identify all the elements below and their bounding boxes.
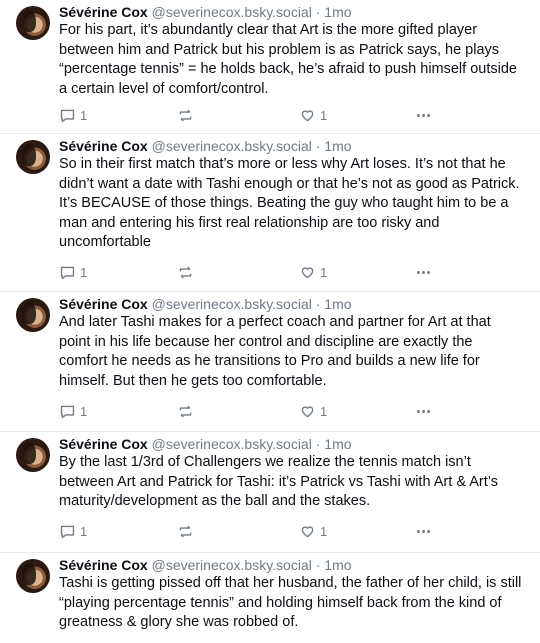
reply-count: 1: [80, 107, 88, 123]
post-time[interactable]: 1mo: [324, 557, 351, 573]
like-button[interactable]: 1: [299, 401, 327, 421]
more-dots-icon: [416, 113, 431, 117]
post-meta: Sévérine Cox @severinecox.bsky.social · …: [59, 296, 522, 313]
avatar[interactable]: [16, 140, 50, 174]
more-dots-icon: [416, 409, 431, 413]
more-options-button[interactable]: [415, 262, 432, 282]
post-text: So in their first match that’s more or l…: [59, 156, 520, 250]
post-text: And later Tashi makes for a perfect coac…: [59, 314, 491, 389]
reply-count: 1: [80, 264, 88, 280]
reply-button[interactable]: 1: [59, 401, 87, 421]
repost-arrows-icon: [179, 266, 192, 278]
like-button[interactable]: 1: [299, 262, 327, 282]
more-dots-icon: [416, 529, 431, 533]
avatar[interactable]: [16, 559, 50, 593]
more-options-button[interactable]: [415, 401, 432, 421]
like-button[interactable]: 1: [299, 521, 327, 541]
author-name[interactable]: Sévérine Cox: [59, 4, 148, 20]
meta-separator: ·: [315, 436, 321, 452]
like-count: 1: [320, 403, 328, 419]
post[interactable]: Sévérine Cox @severinecox.bsky.social · …: [0, 292, 540, 432]
repost-button[interactable]: [177, 401, 198, 421]
repost-button[interactable]: [177, 521, 198, 541]
repost-arrows-icon: [179, 109, 192, 121]
meta-separator: ·: [315, 557, 321, 573]
repost-button[interactable]: [177, 262, 198, 282]
post-meta: Sévérine Cox @severinecox.bsky.social · …: [59, 138, 522, 155]
author-name[interactable]: Sévérine Cox: [59, 296, 148, 312]
reply-bubble-icon: [60, 525, 75, 538]
more-options-button[interactable]: [415, 521, 432, 541]
post-actions: 1 1: [59, 105, 480, 125]
post-time[interactable]: 1mo: [324, 4, 351, 20]
heart-icon: [301, 109, 314, 121]
author-handle[interactable]: @severinecox.bsky.social: [152, 296, 312, 312]
post-time[interactable]: 1mo: [324, 436, 351, 452]
heart-icon: [301, 405, 314, 417]
post-text: Tashi is getting pissed off that her hus…: [59, 575, 522, 630]
repost-arrows-icon: [179, 405, 192, 417]
reply-button[interactable]: 1: [59, 105, 87, 125]
meta-separator: ·: [315, 4, 321, 20]
post-actions: 1 1: [59, 521, 480, 541]
thread-feed: Sévérine Cox @severinecox.bsky.social · …: [0, 0, 540, 643]
meta-separator: ·: [315, 138, 321, 154]
author-handle[interactable]: @severinecox.bsky.social: [152, 4, 312, 20]
more-options-button[interactable]: [415, 105, 432, 125]
post-actions: 1 1: [59, 262, 480, 282]
reply-bubble-icon: [60, 405, 75, 418]
post[interactable]: Sévérine Cox @severinecox.bsky.social · …: [0, 0, 540, 134]
post-time[interactable]: 1mo: [324, 296, 351, 312]
like-button[interactable]: 1: [299, 105, 327, 125]
repost-button[interactable]: [177, 105, 198, 125]
like-count: 1: [320, 107, 328, 123]
meta-separator: ·: [315, 296, 321, 312]
repost-arrows-icon: [179, 525, 192, 537]
post-text: For his part, it’s abundantly clear that…: [59, 22, 517, 97]
heart-icon: [301, 266, 314, 278]
author-name[interactable]: Sévérine Cox: [59, 138, 148, 154]
post[interactable]: Sévérine Cox @severinecox.bsky.social · …: [0, 432, 540, 553]
post[interactable]: Sévérine Cox @severinecox.bsky.social · …: [0, 553, 540, 643]
avatar[interactable]: [16, 438, 50, 472]
reply-bubble-icon: [60, 266, 75, 279]
reply-button[interactable]: 1: [59, 262, 87, 282]
avatar[interactable]: [16, 6, 50, 40]
post-actions: 1 1: [59, 401, 480, 421]
more-dots-icon: [416, 270, 431, 274]
reply-bubble-icon: [60, 109, 75, 122]
heart-icon: [301, 525, 314, 537]
like-count: 1: [320, 523, 328, 539]
post-time[interactable]: 1mo: [324, 138, 351, 154]
reply-button[interactable]: 1: [59, 521, 87, 541]
post[interactable]: Sévérine Cox @severinecox.bsky.social · …: [0, 134, 540, 292]
author-name[interactable]: Sévérine Cox: [59, 557, 148, 573]
avatar[interactable]: [16, 298, 50, 332]
author-name[interactable]: Sévérine Cox: [59, 436, 148, 452]
post-meta: Sévérine Cox @severinecox.bsky.social · …: [59, 436, 522, 453]
author-handle[interactable]: @severinecox.bsky.social: [152, 436, 312, 452]
post-text: By the last 1/3rd of Challengers we real…: [59, 454, 498, 509]
author-handle[interactable]: @severinecox.bsky.social: [152, 138, 312, 154]
author-handle[interactable]: @severinecox.bsky.social: [152, 557, 312, 573]
like-count: 1: [320, 264, 328, 280]
post-meta: Sévérine Cox @severinecox.bsky.social · …: [59, 557, 522, 574]
post-meta: Sévérine Cox @severinecox.bsky.social · …: [59, 4, 522, 21]
reply-count: 1: [80, 403, 88, 419]
reply-count: 1: [80, 523, 88, 539]
